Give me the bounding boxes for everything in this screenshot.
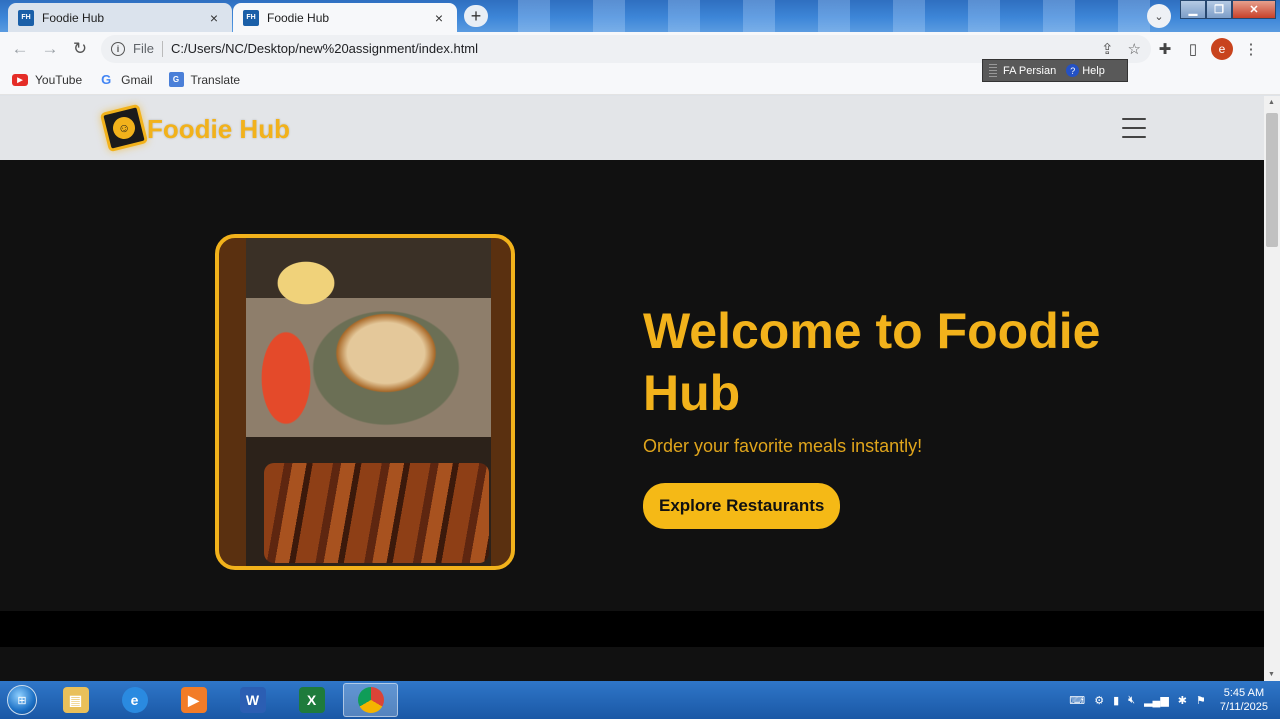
- tab-search-button[interactable]: ⌄: [1147, 4, 1171, 28]
- word-icon: W: [239, 687, 266, 713]
- taskbar-file-explorer[interactable]: ▤: [48, 683, 103, 717]
- new-tab-button[interactable]: +: [464, 5, 488, 27]
- chrome-icon: [357, 687, 384, 713]
- media-player-icon: ▶: [180, 687, 207, 713]
- system-tray: ⌨ ⚙ ▮ 🔇︎ ▂▄▆ ✱ ⚑ 5:45 AM 7/11/2025: [1060, 686, 1280, 714]
- bookmark-label: YouTube: [35, 72, 83, 87]
- profile-avatar[interactable]: e: [1211, 37, 1233, 60]
- bookmark-label: Gmail: [121, 72, 153, 87]
- youtube-icon: ▶: [12, 73, 28, 86]
- drag-handle-icon[interactable]: [989, 64, 997, 77]
- close-tab-icon[interactable]: ×: [206, 10, 222, 26]
- reload-icon: ↻: [72, 38, 88, 58]
- extensions-icon[interactable]: ✚: [1151, 35, 1179, 63]
- window-controls: ▁ ❐ ✕: [1180, 0, 1276, 19]
- desktop-background: [490, 0, 1170, 32]
- volume-muted-icon[interactable]: 🔇︎: [1128, 694, 1135, 707]
- close-icon: ✕: [1249, 4, 1259, 16]
- chicken-wings-photo: [264, 463, 489, 563]
- hamburger-menu-icon[interactable]: [1122, 118, 1146, 138]
- bookmark-star-icon[interactable]: ☆: [1128, 40, 1141, 58]
- folder-icon: ▤: [62, 687, 89, 713]
- page-viewport: ☺ Foodie Hub Welcome to Foodie Hub Order…: [0, 96, 1264, 681]
- taskbar-chrome[interactable]: [343, 683, 398, 717]
- taskbar-word[interactable]: W: [225, 683, 280, 717]
- arrow-left-icon: ←: [11, 38, 29, 58]
- excel-icon: X: [298, 687, 325, 713]
- menu-kebab-icon[interactable]: ⋮: [1237, 35, 1265, 63]
- restore-icon: ❐: [1214, 4, 1224, 16]
- bookmark-label: Translate: [190, 72, 241, 87]
- maximize-button[interactable]: ❐: [1206, 0, 1232, 19]
- next-section: [0, 611, 1264, 647]
- tab-foodie-hub-1[interactable]: FH Foodie Hub ×: [8, 3, 232, 32]
- scheme-label: File: [133, 41, 154, 56]
- taskbar-internet-explorer[interactable]: e: [107, 683, 162, 717]
- power-tray-icon[interactable]: ▮: [1113, 694, 1119, 707]
- help-label[interactable]: Help: [1082, 65, 1105, 77]
- network-tray-icon[interactable]: ⚙: [1094, 694, 1104, 707]
- bookmark-youtube[interactable]: ▶ YouTube: [12, 73, 82, 87]
- system-clock[interactable]: 5:45 AM 7/11/2025: [1220, 686, 1268, 714]
- foodie-hub-favicon-icon: FH: [18, 9, 34, 26]
- reload-button[interactable]: ↻: [65, 34, 95, 64]
- hero-food-image: [215, 234, 515, 570]
- windows-taskbar: ⊞ ▤ e ▶ W X ⌨ ⚙ ▮ 🔇︎ ▂▄▆ ✱ ⚑ 5:45 AM 7/1…: [0, 681, 1280, 719]
- url-text[interactable]: C:/Users/NC/Desktop/new%20assignment/ind…: [171, 41, 1087, 56]
- minimize-button[interactable]: ▁: [1180, 0, 1206, 19]
- google-icon: G: [101, 72, 112, 87]
- info-icon[interactable]: i: [111, 41, 125, 56]
- internet-explorer-icon: e: [121, 687, 148, 713]
- language-bar[interactable]: FA Persian ? Help: [982, 59, 1128, 82]
- clock-date: 7/11/2025: [1219, 701, 1268, 713]
- hero-section: Welcome to Foodie Hub Order your favorit…: [0, 160, 1264, 647]
- bookmark-gmail[interactable]: G Gmail: [98, 72, 153, 87]
- arrow-right-icon: →: [41, 38, 59, 58]
- action-center-flag-icon[interactable]: ⚑: [1196, 694, 1206, 707]
- taskbar-excel[interactable]: X: [284, 683, 339, 717]
- taskbar-media-player[interactable]: ▶: [166, 683, 221, 717]
- vertical-scrollbar[interactable]: ▲ ▼: [1264, 96, 1280, 681]
- windows-logo-icon: ⊞: [7, 685, 37, 715]
- tab-title: Foodie Hub: [267, 10, 330, 25]
- tab-title: Foodie Hub: [42, 10, 105, 25]
- foodie-hub-logo-icon[interactable]: ☺: [99, 103, 149, 153]
- keyboard-tray-icon[interactable]: ⌨: [1069, 694, 1085, 707]
- close-window-button[interactable]: ✕: [1232, 0, 1276, 19]
- help-icon[interactable]: ?: [1066, 64, 1080, 77]
- bookmark-translate[interactable]: G Translate: [168, 72, 241, 87]
- brand-name[interactable]: Foodie Hub: [147, 114, 290, 145]
- translate-icon: G: [168, 72, 184, 87]
- foodie-hub-favicon-icon: FH: [243, 9, 259, 26]
- explore-restaurants-button[interactable]: Explore Restaurants: [643, 483, 841, 529]
- hero-title: Welcome to Foodie Hub: [643, 303, 1101, 421]
- divider: [161, 40, 163, 57]
- start-button[interactable]: ⊞: [0, 681, 44, 719]
- side-panel-icon[interactable]: ▯: [1179, 35, 1207, 63]
- tab-foodie-hub-2[interactable]: FH Foodie Hub ×: [233, 3, 457, 32]
- share-icon[interactable]: ⇪: [1101, 40, 1114, 58]
- close-tab-icon[interactable]: ×: [431, 10, 447, 26]
- site-header: ☺ Foodie Hub: [0, 96, 1264, 160]
- bluetooth-icon[interactable]: ✱: [1178, 694, 1187, 707]
- scroll-down-icon[interactable]: ▼: [1268, 671, 1275, 678]
- tab-strip: FH Foodie Hub × FH Foodie Hub × + ⌄ ▁ ❐ …: [0, 0, 1280, 32]
- hero-text: Welcome to Foodie Hub Order your favorit…: [643, 300, 1163, 529]
- hero-subtitle: Order your favorite meals instantly!: [643, 436, 923, 456]
- chevron-down-icon: ⌄: [1154, 10, 1164, 23]
- forward-button[interactable]: →: [35, 34, 65, 64]
- scroll-thumb[interactable]: [1266, 113, 1278, 247]
- logo-face-icon: ☺: [110, 114, 138, 142]
- minimize-icon: ▁: [1188, 4, 1198, 16]
- language-label[interactable]: FA Persian: [1003, 65, 1056, 77]
- signal-bars-icon[interactable]: ▂▄▆: [1144, 694, 1169, 707]
- back-button[interactable]: ←: [5, 34, 35, 64]
- clock-time: 5:45 AM: [1223, 687, 1265, 699]
- scroll-up-icon[interactable]: ▲: [1268, 99, 1275, 106]
